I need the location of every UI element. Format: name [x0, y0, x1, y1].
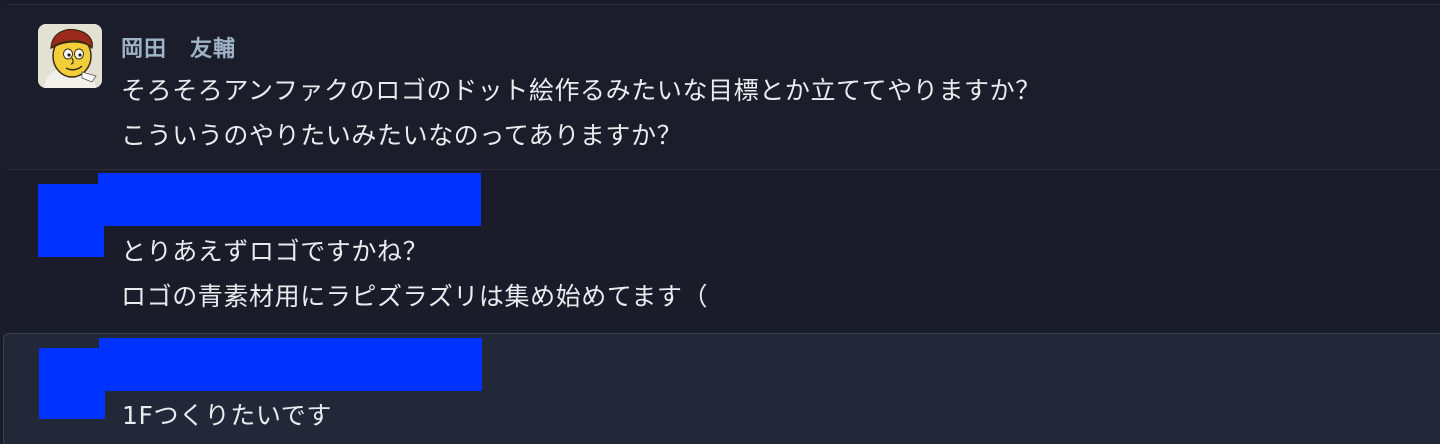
chat-message-list: 岡田 友輔 そろそろアンファクのロゴのドット絵作るみたいな目標とか立ててやります…	[0, 0, 1440, 444]
redacted-author-block	[99, 338, 482, 391]
redacted-avatar-block	[39, 348, 105, 419]
message-text-line: 1Fつくりたいです	[122, 401, 332, 430]
message-author[interactable]: 岡田 友輔	[121, 31, 236, 63]
message-text-line: そろそろアンファクのロゴのドット絵作るみたいな目標とか立ててやりますか？	[121, 76, 1041, 105]
message-item-hovered[interactable]: 1Fつくりたいです	[3, 333, 1440, 444]
message-text-line: こういうのやりたいみたいなのってありますか？	[121, 121, 683, 150]
redacted-author-block	[98, 173, 481, 226]
redacted-avatar-block	[38, 184, 104, 257]
message-text-line: とりあえずロゴですかね？	[121, 237, 429, 266]
message-item[interactable]: とりあえずロゴですかね？ ロゴの青素材用にラピズラズリは集め始めてます（	[0, 170, 1440, 332]
cartoon-avatar-icon[interactable]	[38, 24, 102, 88]
message-item[interactable]: 岡田 友輔 そろそろアンファクのロゴのドット絵作るみたいな目標とか立ててやります…	[0, 5, 1440, 169]
message-text-line: ロゴの青素材用にラピズラズリは集め始めてます（	[121, 282, 709, 311]
